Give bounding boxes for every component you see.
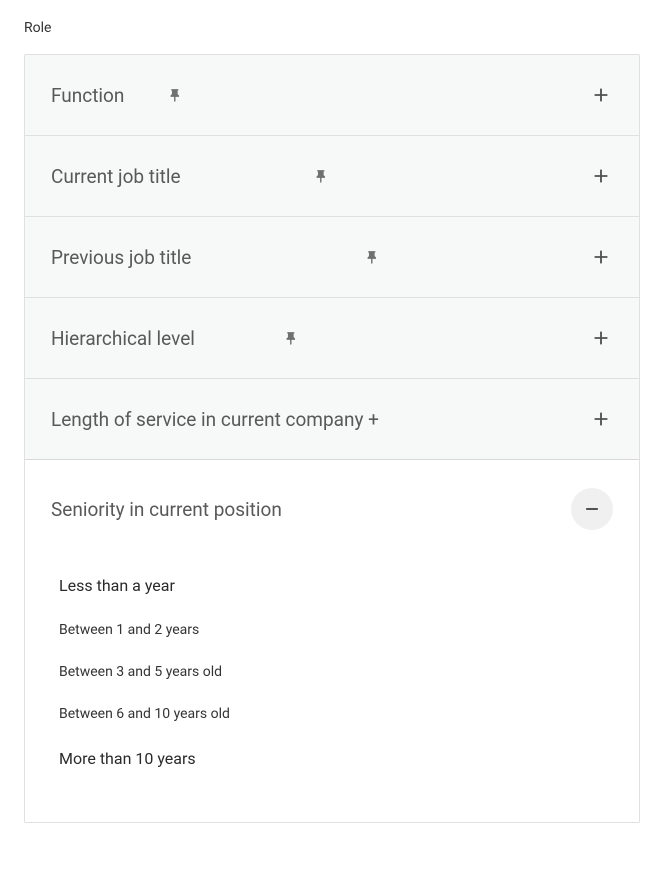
accordion-item-hierarchical-level: Hierarchical level [25,298,639,379]
plus-icon [589,326,613,350]
accordion-item-function: Function [25,55,639,136]
plus-icon [589,83,613,107]
accordion-item-length-of-service: Length of service in current company + [25,379,639,460]
role-filters-panel: Function Current job title Previous job … [24,54,640,823]
accordion-header-current-job-title[interactable]: Current job title [25,136,639,216]
collapse-button[interactable] [571,488,613,530]
option-less-than-year[interactable]: Less than a year [59,562,605,609]
section-label: Role [24,20,640,36]
accordion-body-seniority: Less than a year Between 1 and 2 years B… [25,540,639,822]
option-1-2-years[interactable]: Between 1 and 2 years [59,609,605,651]
plus-icon [589,164,613,188]
accordion-header-hierarchical-level[interactable]: Hierarchical level [25,298,639,378]
plus-icon [589,245,613,269]
option-more-than-10[interactable]: More than 10 years [59,735,605,782]
accordion-title: Hierarchical level [51,327,195,350]
accordion-title: Seniority in current position [51,498,282,521]
minus-icon [582,499,602,519]
accordion-header-function[interactable]: Function [25,55,639,135]
accordion-item-seniority: Seniority in current position Less than … [25,460,639,822]
accordion-item-previous-job-title: Previous job title [25,217,639,298]
option-6-10-years[interactable]: Between 6 and 10 years old [59,693,605,735]
pin-icon [283,329,301,347]
accordion-header-length-of-service[interactable]: Length of service in current company + [25,379,639,459]
accordion-title: Length of service in current company + [51,408,379,431]
pin-icon [166,86,184,104]
pin-icon [363,248,381,266]
accordion-header-seniority[interactable]: Seniority in current position [25,460,639,540]
option-3-5-years[interactable]: Between 3 and 5 years old [59,651,605,693]
plus-icon [589,407,613,431]
accordion-title: Current job title [51,165,181,188]
accordion-title: Previous job title [51,246,191,269]
accordion-title: Function [51,84,124,107]
pin-icon [313,167,331,185]
accordion-header-previous-job-title[interactable]: Previous job title [25,217,639,297]
accordion-item-current-job-title: Current job title [25,136,639,217]
